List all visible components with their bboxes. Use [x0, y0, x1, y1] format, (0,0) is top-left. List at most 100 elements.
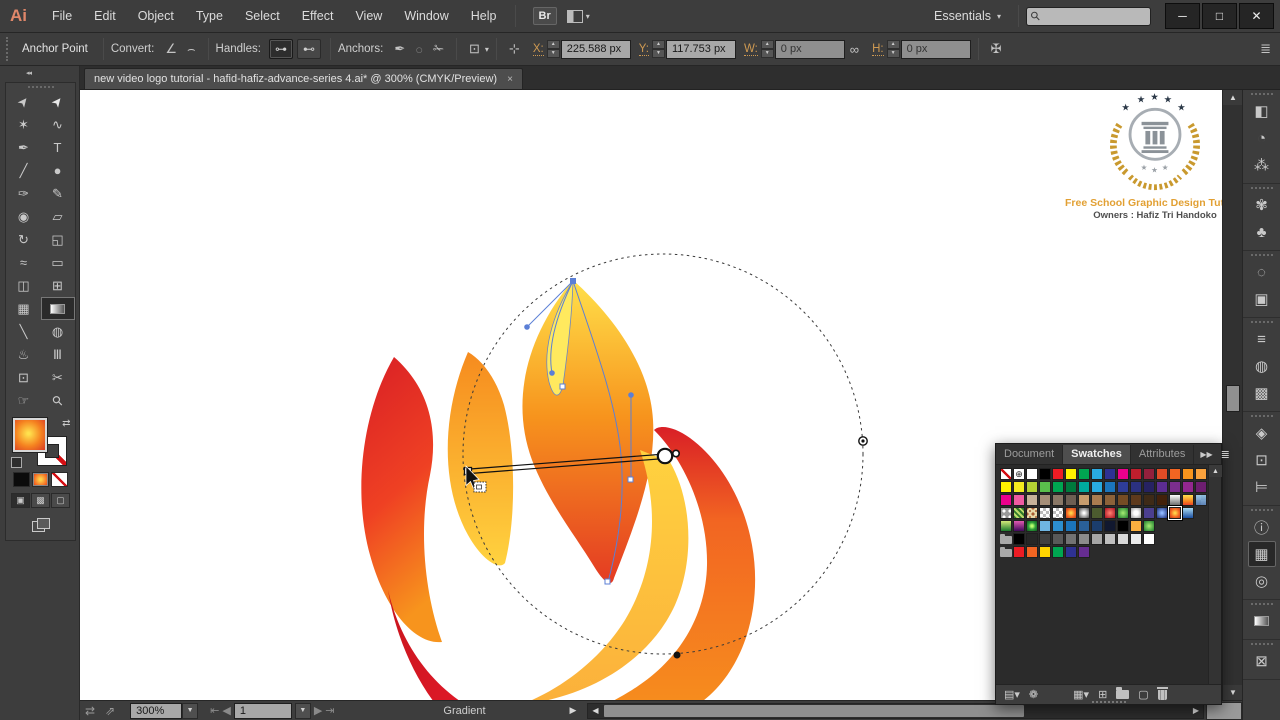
draw-behind-button[interactable]: ▩ — [31, 493, 50, 508]
tab-swatches[interactable]: Swatches — [1063, 445, 1131, 464]
swatch[interactable] — [1156, 507, 1168, 519]
swatch-registration[interactable]: ⊕ — [1013, 468, 1025, 480]
draw-inside-button[interactable]: ▢ — [51, 493, 70, 508]
swatch[interactable] — [1065, 546, 1077, 558]
zoom-dropdown-icon[interactable]: ▼ — [182, 702, 199, 719]
swatch[interactable] — [1039, 481, 1051, 493]
document-info-panel-icon[interactable]: ⓘ — [1248, 514, 1276, 540]
type-tool[interactable]: T — [41, 136, 75, 159]
scale-tool[interactable]: ◱ — [41, 228, 75, 251]
rotate-tool[interactable]: ↻ — [7, 228, 41, 251]
swatch[interactable] — [1143, 507, 1155, 519]
swatch[interactable] — [1143, 494, 1155, 506]
swatch[interactable] — [1117, 494, 1129, 506]
panel-gripper[interactable] — [1250, 321, 1273, 323]
scroll-up-icon[interactable]: ▲ — [1223, 90, 1243, 105]
swatch[interactable] — [1143, 533, 1155, 545]
document-tab[interactable]: new video logo tutorial - hafid-hafiz-ad… — [84, 68, 523, 89]
swatch[interactable] — [1000, 520, 1012, 532]
arrange-documents-icon[interactable]: ▾ — [566, 9, 590, 23]
gradient-tool[interactable] — [40, 297, 75, 320]
swatch[interactable] — [1143, 468, 1155, 480]
swatch[interactable] — [1091, 520, 1103, 532]
swatch[interactable] — [1156, 494, 1168, 506]
status-menu-icon[interactable]: ▶ — [570, 705, 577, 716]
swatch[interactable] — [1091, 494, 1103, 506]
swatch[interactable] — [1013, 494, 1025, 506]
swatch-selected[interactable] — [1169, 507, 1181, 519]
swatch[interactable] — [1182, 494, 1194, 506]
stepper-up-icon[interactable]: ▲ — [546, 40, 560, 49]
last-artboard-icon[interactable]: ⇥ — [325, 704, 334, 717]
screen-mode-button[interactable] — [31, 518, 50, 532]
color-panel-icon[interactable]: ◧ — [1248, 98, 1276, 124]
direct-selection-tool[interactable]: ➤ — [41, 90, 75, 113]
swatch[interactable] — [1039, 520, 1051, 532]
collapse-tools-icon[interactable]: ◂◂ — [0, 66, 79, 80]
swatch[interactable] — [1078, 468, 1090, 480]
swatch[interactable] — [1182, 481, 1194, 493]
artboard-tool[interactable]: ⊡ — [7, 366, 41, 389]
swatch[interactable] — [1052, 546, 1064, 558]
swatch[interactable] — [1117, 533, 1129, 545]
swatch[interactable] — [1052, 468, 1064, 480]
color-group-folder-icon[interactable] — [1000, 546, 1012, 558]
swatch[interactable] — [1026, 468, 1038, 480]
symbols-panel-icon[interactable]: ♣ — [1248, 219, 1276, 245]
default-fill-stroke-icon[interactable] — [10, 457, 22, 468]
swatch[interactable] — [1091, 481, 1103, 493]
paintbrush-tool[interactable]: ✑ — [7, 182, 41, 205]
swatch[interactable] — [1000, 507, 1012, 519]
panel-gripper[interactable] — [1250, 187, 1273, 189]
remove-anchor-icon[interactable]: ✒ — [394, 41, 405, 57]
menu-file[interactable]: File — [52, 9, 72, 23]
swatch[interactable] — [1130, 468, 1142, 480]
swatch[interactable] — [1026, 481, 1038, 493]
swatch[interactable] — [1104, 507, 1116, 519]
swatch[interactable] — [1026, 494, 1038, 506]
swatch[interactable] — [1078, 533, 1090, 545]
swatch[interactable] — [1052, 533, 1064, 545]
free-transform-tool[interactable]: ▭ — [41, 251, 75, 274]
vertical-scrollbar[interactable]: ▲ ▼ — [1222, 90, 1243, 700]
swatch[interactable] — [1039, 507, 1051, 519]
panel-gripper[interactable] — [6, 37, 8, 61]
swatch[interactable] — [1130, 494, 1142, 506]
stepper-up-icon[interactable]: ▲ — [886, 40, 900, 49]
blob-brush-tool[interactable]: ◉ — [7, 205, 41, 228]
swatch[interactable] — [1065, 507, 1077, 519]
swatch[interactable] — [1143, 520, 1155, 532]
transform-icon[interactable]: ✠ — [991, 41, 1002, 57]
swatch[interactable] — [1039, 546, 1051, 558]
h-stepper[interactable]: ▲ ▼ — [886, 40, 900, 58]
swatch[interactable] — [1052, 507, 1064, 519]
artboards-panel-icon[interactable]: ⊡ — [1248, 447, 1276, 473]
swatch[interactable] — [1078, 481, 1090, 493]
zoom-tool[interactable]: ⚲ — [41, 389, 75, 412]
gradient2-panel-icon[interactable] — [1248, 608, 1276, 634]
appearance-panel-icon[interactable]: ◌ — [1248, 259, 1276, 285]
show-handles-button[interactable]: ⊶ — [268, 39, 293, 59]
swatch[interactable] — [1117, 520, 1129, 532]
stroke-panel-icon[interactable]: ≡ — [1248, 326, 1276, 352]
swatch[interactable] — [1104, 468, 1116, 480]
pathfinder-panel-icon[interactable]: ▩ — [1248, 380, 1276, 406]
swatch[interactable] — [1000, 481, 1012, 493]
isolate-selection-icon[interactable]: ⊡ — [469, 41, 480, 57]
swatch[interactable] — [1039, 468, 1051, 480]
swatch-libraries-button[interactable]: ▤▾ — [1004, 688, 1020, 701]
convert-to-smooth-icon[interactable]: ⌢ — [187, 41, 196, 57]
swatch[interactable] — [1117, 481, 1129, 493]
selection-tool[interactable]: ➤ — [7, 90, 41, 113]
stepper-down-icon[interactable]: ▼ — [760, 49, 774, 58]
swatch[interactable] — [1104, 533, 1116, 545]
ellipse-tool[interactable]: ● — [41, 159, 75, 182]
swatch[interactable] — [1169, 481, 1181, 493]
menu-view[interactable]: View — [355, 9, 382, 23]
previous-artboard-icon[interactable]: ◀ — [222, 704, 230, 717]
swatch[interactable] — [1091, 533, 1103, 545]
menu-select[interactable]: Select — [245, 9, 280, 23]
swatch[interactable] — [1013, 507, 1025, 519]
menu-help[interactable]: Help — [471, 9, 497, 23]
shape-builder-tool[interactable]: ◫ — [7, 274, 41, 297]
